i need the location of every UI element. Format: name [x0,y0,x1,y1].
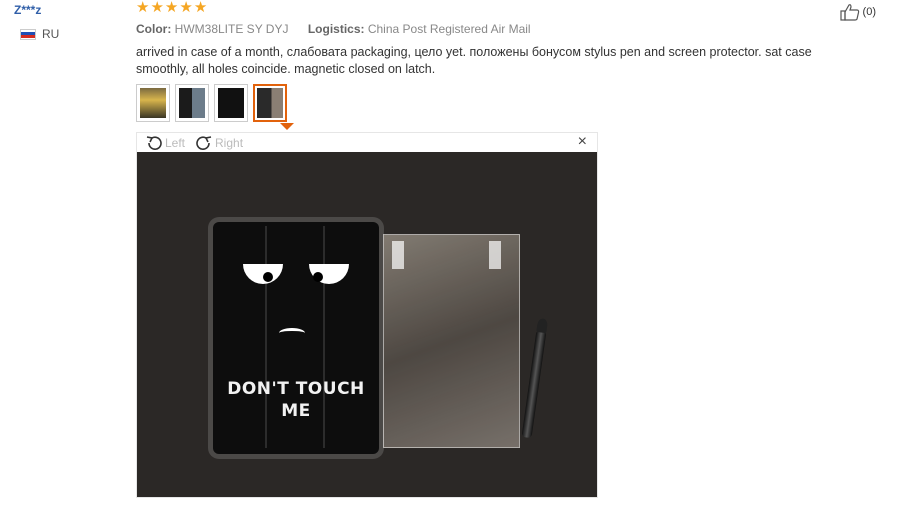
photo-thumbnail[interactable] [175,84,209,122]
thumbs-up-icon [839,4,859,21]
helpful-count: (0) [862,6,876,18]
rotate-right-icon [196,135,212,150]
logistics-value: China Post Registered Air Mail [367,22,531,36]
rotate-left-label: Left [165,135,186,150]
review-text: arrived in case of a month, слабовата pa… [136,45,812,76]
reviewer-country: RU [14,27,124,41]
tablet-case: DON'T TOUCH ME [213,222,379,454]
photo-thumbnail[interactable] [214,84,248,122]
rotate-right-label: Right [215,135,244,150]
photo-thumbnail[interactable] [136,84,170,122]
star-icon: ★ [150,0,164,16]
star-icon: ★ [164,0,179,16]
active-thumbnail-pointer [280,123,294,130]
russia-flag-icon [20,28,36,40]
reviewer-name[interactable]: Z***z [14,2,124,18]
rotate-left-button[interactable]: Left [145,134,185,152]
star-icon: ★ [193,0,208,16]
star-icon: ★ [179,0,193,16]
case-text-line2: ME [281,401,311,421]
rotate-left-icon [146,135,162,150]
review-photo: DON'T TOUCH ME [137,152,597,497]
photo-thumbnail-active[interactable] [253,84,287,122]
color-value: HWM38LITE SY DYJ [174,22,289,36]
screen-protector [383,234,520,448]
star-icon: ★ [136,0,150,16]
photo-thumbnails [136,84,292,122]
color-label: Color: [136,22,172,36]
logistics-label: Logistics: [307,22,365,36]
close-viewer-button[interactable]: × [578,134,587,150]
reviewer-info: Z***z RU [14,2,124,41]
order-meta: Color: HWM38LITE SY DYJ Logistics: China… [136,22,547,36]
stylus-pen [521,317,549,439]
star-rating: ★ ★ ★ ★ ★ [136,0,208,16]
case-text-line1: DON'T TOUCH [227,379,365,399]
viewer-toolbar: Left Right × [137,133,597,152]
photo-viewer: Left Right × DON'T TOUCH ME [136,132,598,498]
helpful-button[interactable]: (0) [839,3,876,21]
country-code: RU [42,27,60,41]
rotate-right-button[interactable]: Right [195,134,243,152]
